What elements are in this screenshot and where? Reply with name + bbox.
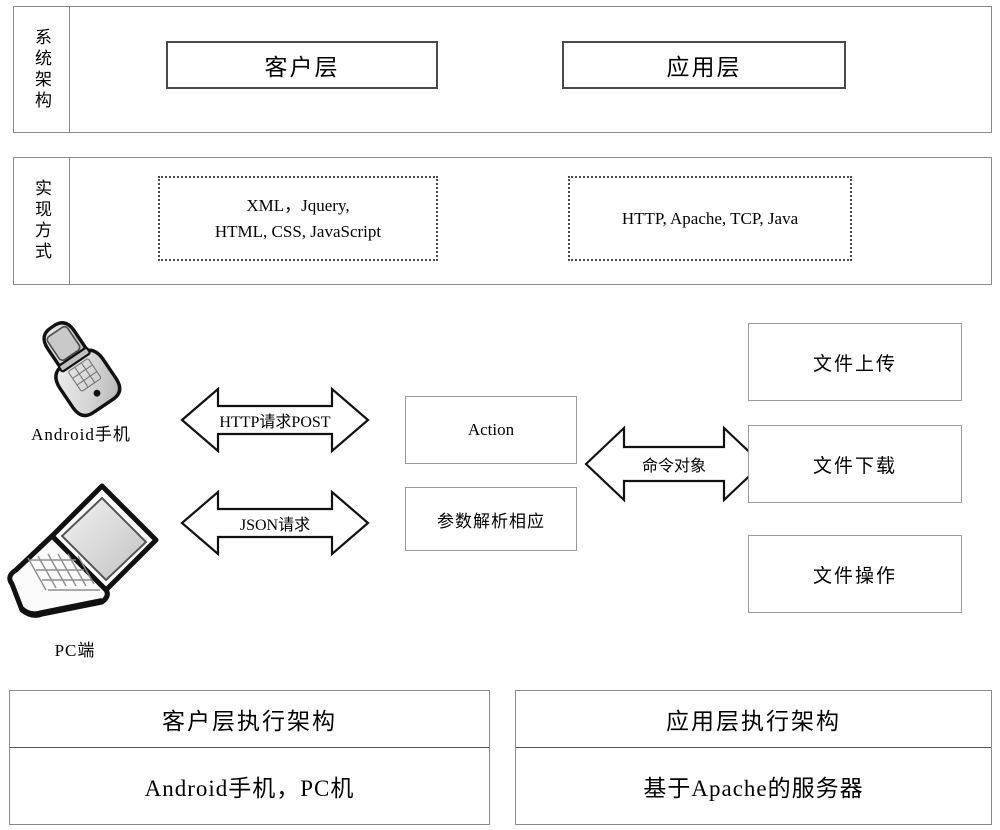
json-request-arrow: JSON请求 <box>180 488 370 558</box>
action-box[interactable]: Action <box>405 396 577 464</box>
client-layer-box[interactable]: 客户层 <box>166 41 438 89</box>
client-tech-box[interactable]: XML，Jquery, HTML, CSS, JavaScript <box>158 176 438 261</box>
diagram-canvas: 系统架构 客户层 应用层 实现方式 XML，Jquery, HTML, CSS,… <box>0 0 1000 830</box>
band-label-system-architecture: 系统架构 <box>14 7 70 132</box>
file-operation-box[interactable]: 文件操作 <box>748 535 962 613</box>
band-label-implementation-method: 实现方式 <box>14 158 70 284</box>
application-execution-architecture-header: 应用层执行架构 <box>516 691 991 748</box>
application-execution-architecture-body: 基于Apache的服务器 <box>643 776 864 801</box>
client-tech-line-2: HTML, CSS, JavaScript <box>214 221 382 241</box>
server-tech-box[interactable]: HTTP, Apache, TCP, Java <box>568 176 852 261</box>
application-layer-box[interactable]: 应用层 <box>562 41 846 89</box>
client-execution-architecture-table: 客户层执行架构 Android手机，PC机 <box>9 690 490 825</box>
mobile-phone-label: Android手机 <box>31 425 131 444</box>
command-object-arrow: 命令对象 <box>584 425 764 503</box>
server-tech-line-1: HTTP, Apache, TCP, Java <box>621 208 799 228</box>
file-download-box[interactable]: 文件下载 <box>748 425 962 503</box>
client-execution-architecture-header: 客户层执行架构 <box>10 691 489 748</box>
param-parse-box[interactable]: 参数解析相应 <box>405 487 577 551</box>
mobile-phone-icon <box>18 313 138 418</box>
file-upload-box[interactable]: 文件上传 <box>748 323 962 401</box>
application-execution-architecture-table: 应用层执行架构 基于Apache的服务器 <box>515 690 992 825</box>
laptop-icon <box>6 478 166 628</box>
laptop-label: PC端 <box>54 641 96 660</box>
client-tech-line-1: XML，Jquery, <box>246 196 350 215</box>
http-request-arrow: HTTP请求POST <box>180 385 370 455</box>
client-execution-architecture-body: Android手机，PC机 <box>144 776 355 801</box>
